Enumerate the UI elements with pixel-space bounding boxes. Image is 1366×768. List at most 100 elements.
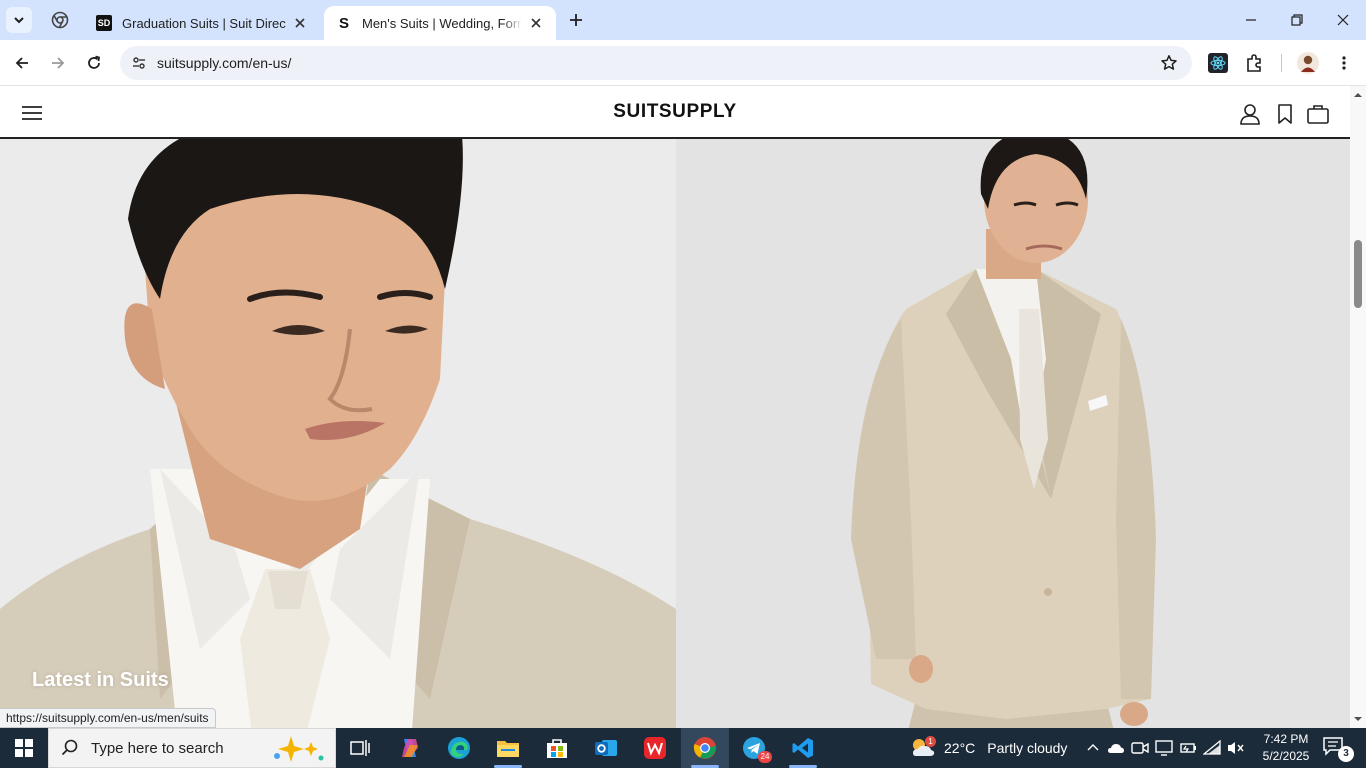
start-button[interactable] bbox=[0, 728, 48, 768]
cloud-icon bbox=[1108, 744, 1124, 753]
file-explorer-app[interactable] bbox=[484, 728, 532, 768]
bookmark-star-icon[interactable] bbox=[1160, 54, 1178, 72]
task-view-icon bbox=[350, 740, 370, 756]
copilot-app[interactable] bbox=[386, 728, 434, 768]
site-info-button[interactable] bbox=[122, 46, 156, 80]
telegram-app[interactable]: 24 bbox=[730, 728, 778, 768]
restore-icon bbox=[1291, 14, 1303, 26]
hero-suit-model[interactable] bbox=[676, 139, 1350, 728]
toolbar-divider bbox=[1281, 54, 1282, 72]
puzzle-icon bbox=[1247, 54, 1261, 72]
copilot-icon bbox=[402, 739, 418, 757]
model-suit-image bbox=[851, 139, 1156, 728]
extensions-button[interactable] bbox=[1242, 51, 1266, 75]
notification-center-button[interactable]: 3 bbox=[1322, 736, 1354, 762]
scrollbar-thumb[interactable] bbox=[1354, 240, 1362, 308]
tab-suitsupply[interactable]: S Men's Suits | Wedding, Formal & Busine… bbox=[324, 6, 556, 40]
chevron-up-icon bbox=[1087, 744, 1099, 751]
windows-icon bbox=[15, 739, 33, 757]
microsoft-store-app[interactable] bbox=[533, 728, 581, 768]
page-viewport: SUITSUPPLY Latest in Suits bbox=[0, 86, 1350, 728]
edge-icon bbox=[448, 737, 470, 759]
brand-logo[interactable]: SUITSUPPLY bbox=[0, 101, 1350, 123]
show-hidden-icons-button[interactable] bbox=[1083, 738, 1103, 758]
video-camera-icon bbox=[1131, 742, 1149, 754]
tab-search-button[interactable] bbox=[6, 7, 32, 33]
more-vert-icon bbox=[1342, 56, 1346, 70]
taskbar-clock[interactable]: 7:42 PM 5/2/2025 bbox=[1250, 731, 1322, 765]
reload-button[interactable] bbox=[80, 49, 108, 77]
tab-title: Graduation Suits | Suit Direct bbox=[122, 15, 286, 31]
avatar-icon bbox=[1297, 52, 1319, 74]
account-button[interactable] bbox=[1238, 102, 1262, 126]
wishlist-button[interactable] bbox=[1273, 102, 1297, 126]
minimize-button[interactable] bbox=[1228, 0, 1274, 40]
page-scrollbar[interactable] bbox=[1350, 86, 1366, 728]
plus-icon bbox=[570, 14, 582, 26]
url-text[interactable]: suitsupply.com/en-us/ bbox=[157, 55, 291, 71]
model-closeup-image bbox=[0, 139, 676, 728]
browser-toolbar: suitsupply.com/en-us/ bbox=[0, 40, 1366, 86]
restore-button[interactable] bbox=[1274, 0, 1320, 40]
close-window-button[interactable] bbox=[1320, 0, 1366, 40]
taskbar-search[interactable]: Type here to search bbox=[48, 728, 336, 768]
suit-direct-favicon-icon: SD bbox=[96, 15, 112, 31]
wifi-icon bbox=[1203, 740, 1221, 755]
telegram-unread-badge: 24 bbox=[758, 751, 772, 763]
chevron-down-icon bbox=[14, 17, 24, 24]
arrow-left-icon bbox=[15, 57, 28, 69]
chrome-tab-group-button[interactable] bbox=[48, 8, 72, 32]
vscode-app[interactable] bbox=[779, 728, 827, 768]
user-icon bbox=[1240, 104, 1260, 125]
favicon-text: S bbox=[338, 14, 349, 32]
weather-widget[interactable]: 1 22°C Partly cloudy bbox=[910, 728, 1067, 768]
search-placeholder: Type here to search bbox=[91, 739, 224, 757]
close-icon bbox=[295, 18, 305, 28]
outlook-icon bbox=[595, 740, 617, 756]
clock-date: 5/2/2025 bbox=[1262, 749, 1310, 763]
onedrive-tray[interactable] bbox=[1106, 738, 1126, 758]
profile-button[interactable] bbox=[1296, 51, 1320, 75]
store-icon bbox=[547, 739, 567, 758]
chrome-icon bbox=[51, 11, 69, 29]
hero-title[interactable]: Latest in Suits bbox=[32, 669, 169, 692]
volume-muted-icon bbox=[1228, 742, 1244, 754]
close-icon bbox=[531, 18, 541, 28]
scroll-down-icon[interactable] bbox=[1353, 714, 1363, 724]
notification-count: 3 bbox=[1338, 746, 1354, 762]
edge-app[interactable] bbox=[435, 728, 483, 768]
reload-icon bbox=[88, 55, 101, 69]
chrome-icon bbox=[693, 737, 716, 759]
scroll-up-icon[interactable] bbox=[1353, 90, 1363, 100]
chrome-menu-button[interactable] bbox=[1332, 51, 1356, 75]
weather-alert-badge: 1 bbox=[925, 736, 936, 747]
weather-desc: Partly cloudy bbox=[987, 740, 1068, 756]
display-tray[interactable] bbox=[1154, 738, 1174, 758]
windows-taskbar: Type here to search 24 1 22°C Partly clo… bbox=[0, 728, 1366, 768]
react-devtools-extension[interactable] bbox=[1206, 51, 1230, 75]
cart-button[interactable] bbox=[1306, 102, 1330, 126]
volume-tray[interactable] bbox=[1226, 738, 1246, 758]
clock-time: 7:42 PM bbox=[1263, 732, 1309, 746]
meet-now-tray[interactable] bbox=[1130, 738, 1150, 758]
tab-close-button[interactable] bbox=[292, 15, 308, 31]
hero-latest-suits[interactable]: Latest in Suits bbox=[0, 139, 676, 728]
new-tab-button[interactable] bbox=[564, 8, 588, 32]
tab-close-button[interactable] bbox=[528, 15, 544, 31]
link-status-bubble: https://suitsupply.com/en-us/men/suits bbox=[0, 708, 216, 728]
forward-button[interactable] bbox=[44, 49, 72, 77]
react-icon bbox=[1208, 53, 1228, 73]
task-view-button[interactable] bbox=[336, 728, 384, 768]
wps-office-app[interactable] bbox=[631, 728, 679, 768]
back-button[interactable] bbox=[8, 49, 36, 77]
battery-tray[interactable] bbox=[1178, 738, 1198, 758]
outlook-app[interactable] bbox=[582, 728, 630, 768]
chrome-app[interactable] bbox=[681, 728, 729, 768]
tab-suit-direct[interactable]: SD Graduation Suits | Suit Direct bbox=[84, 6, 320, 40]
search-icon bbox=[61, 739, 78, 756]
address-bar[interactable]: suitsupply.com/en-us/ bbox=[120, 46, 1192, 80]
suitsupply-favicon-icon: S bbox=[336, 14, 352, 32]
tune-icon bbox=[133, 57, 145, 69]
wifi-tray[interactable] bbox=[1202, 738, 1222, 758]
minimize-icon bbox=[1246, 19, 1256, 21]
